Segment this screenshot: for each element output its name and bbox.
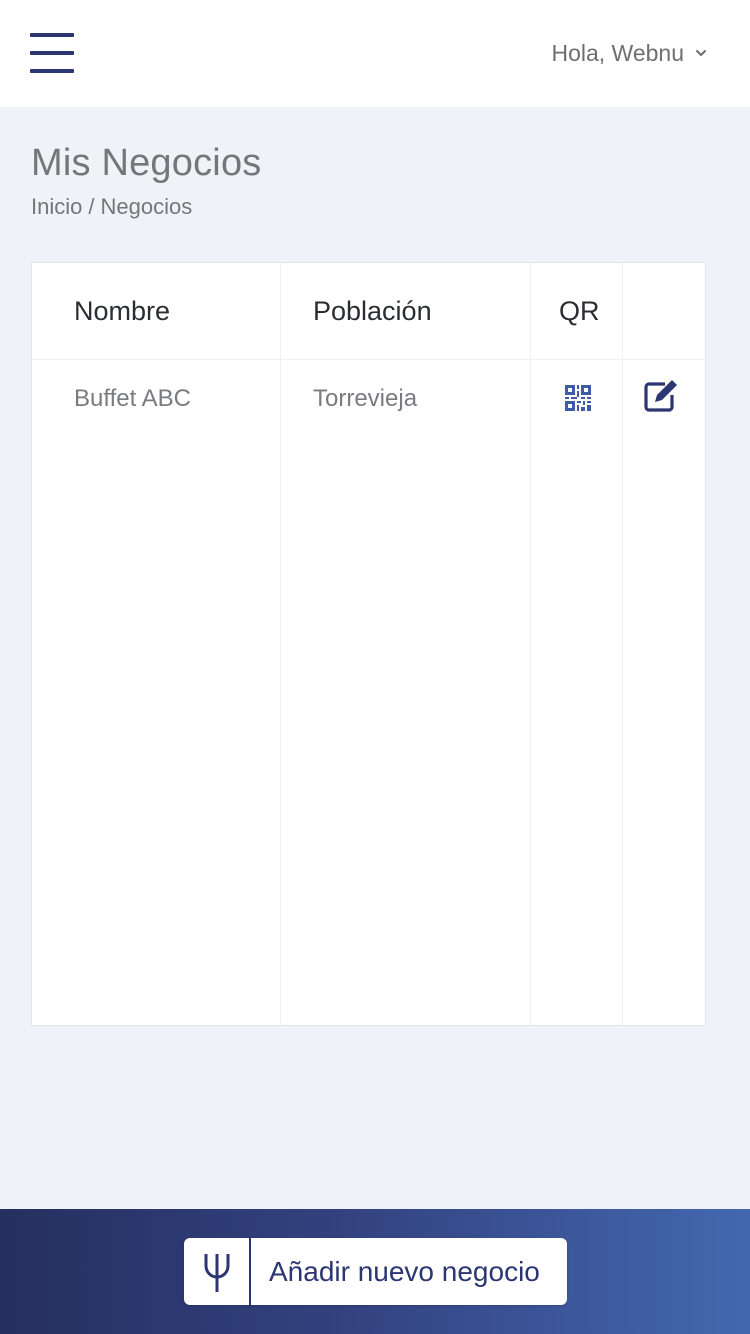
breadcrumb-home-link[interactable]: Inicio [31,194,82,220]
header-divider [32,359,705,360]
cell-nombre[interactable]: Buffet ABC [74,377,191,421]
column-header-nombre[interactable]: Nombre [74,263,170,359]
qr-code-icon[interactable] [565,385,591,411]
column-divider [622,263,623,1025]
app-screen: Hola, Webnu Mis Negocios Inicio / Negoci… [0,0,750,1334]
top-bar: Hola, Webnu [0,0,750,107]
column-header-poblacion[interactable]: Población [313,263,432,359]
menu-icon-line [30,33,74,37]
user-menu[interactable]: Hola, Webnu [551,38,708,68]
add-business-button[interactable]: Añadir nuevo negocio [184,1238,567,1305]
breadcrumb-current: Negocios [100,194,193,219]
menu-icon-line [30,69,74,73]
page-title: Mis Negocios [31,142,262,184]
cell-poblacion: Torrevieja [313,385,418,412]
column-divider [530,263,531,1025]
breadcrumb: Inicio / Negocios [31,194,192,220]
add-business-button-label: Añadir nuevo negocio [269,1255,540,1287]
menu-icon[interactable] [30,33,76,73]
user-greeting: Hola, Webnu [551,39,684,66]
breadcrumb-separator: / [88,194,95,219]
menu-icon-line [30,51,74,55]
businesses-table: Nombre Población QR Buffet ABC Torreviej… [31,262,706,1026]
column-header-qr[interactable]: QR [559,263,600,359]
fork-logo-icon [184,1238,251,1305]
edit-icon[interactable] [643,377,681,413]
column-divider [280,263,281,1025]
chevron-down-icon [696,50,706,56]
bottom-bar: Añadir nuevo negocio [0,1209,750,1334]
